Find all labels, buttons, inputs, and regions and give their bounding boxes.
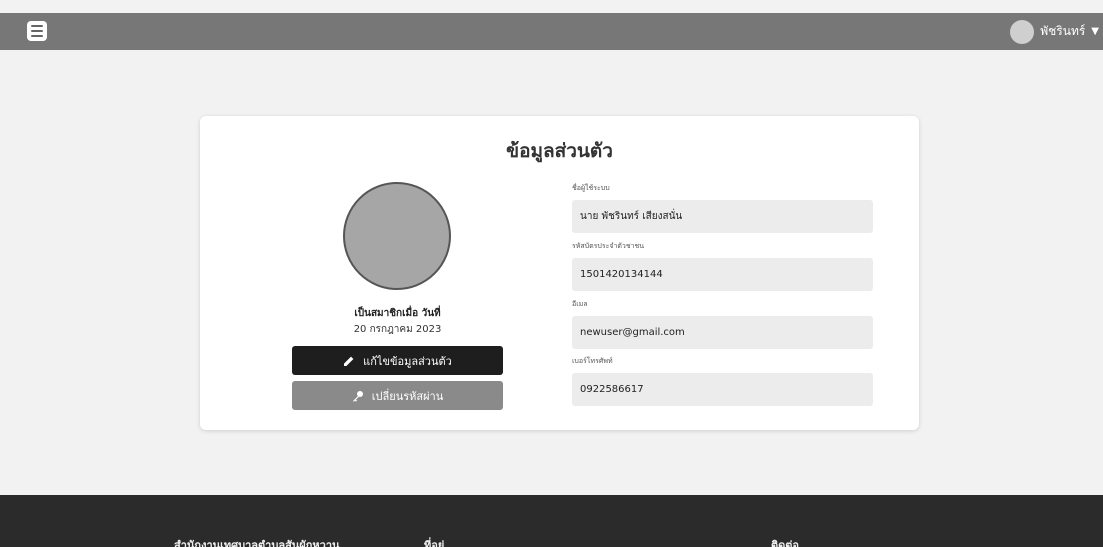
top-navbar: พัชรินทร์ ▼ [0,13,1103,50]
hamburger-icon-line [31,30,43,32]
edit-profile-button[interactable]: แก้ไขข้อมูลส่วนตัว [292,346,503,375]
username-field[interactable]: นาย พัชรินทร์ เสียงสนั่น [572,200,873,233]
id-card-field[interactable]: 1501420134144 [572,258,873,291]
edit-profile-button-label: แก้ไขข้อมูลส่วนตัว [363,354,452,368]
user-menu-dropdown[interactable]: พัชรินทร์ ▼ [1010,19,1103,44]
footer-contact-heading: ติดต่อ [771,539,800,547]
change-password-button[interactable]: เปลี่ยนรหัสผ่าน [292,381,503,410]
key-icon [352,390,363,402]
member-since-label: เป็นสมาชิกเมื่อ วันที่ [354,308,441,319]
user-avatar [1010,19,1035,44]
footer-org-name: สำนักงานเทศบาลตำบลสันผักหวาน [174,539,340,547]
change-password-button-label: เปลี่ยนรหัสผ่าน [371,389,444,403]
profile-card: ข้อมูลส่วนตัว เป็นสมาชิกเมื่อ วันที่ 20 … [200,116,919,430]
footer: สำนักงานเทศบาลตำบลสันผักหวาน ที่อยู่ ติด… [0,495,1103,547]
hamburger-icon-line [31,35,43,37]
id-card-label: รหัสบัตรประจำตัวชาชน [572,242,645,250]
username-label: ชื่อผู้ใช้ระบบ [572,184,610,192]
member-since-date: 20 กรกฎาคม 2023 [353,324,442,335]
pencil-icon [344,356,354,366]
email-field[interactable]: newuser@gmail.com [572,316,873,349]
email-label: อีเมล [572,300,588,308]
user-name: พัชรินทร์ [1040,24,1086,38]
phone-field[interactable]: 0922586617 [572,373,873,406]
phone-label: เบอร์โทรศัพท์ [572,357,613,365]
footer-address-heading: ที่อยู่ [424,539,445,547]
hamburger-menu-button[interactable] [27,21,47,41]
caret-down-icon: ▼ [1091,26,1099,37]
hamburger-icon-line [31,25,43,27]
page-title: ข้อมูลส่วนตัว [506,140,613,162]
profile-photo [343,182,451,290]
